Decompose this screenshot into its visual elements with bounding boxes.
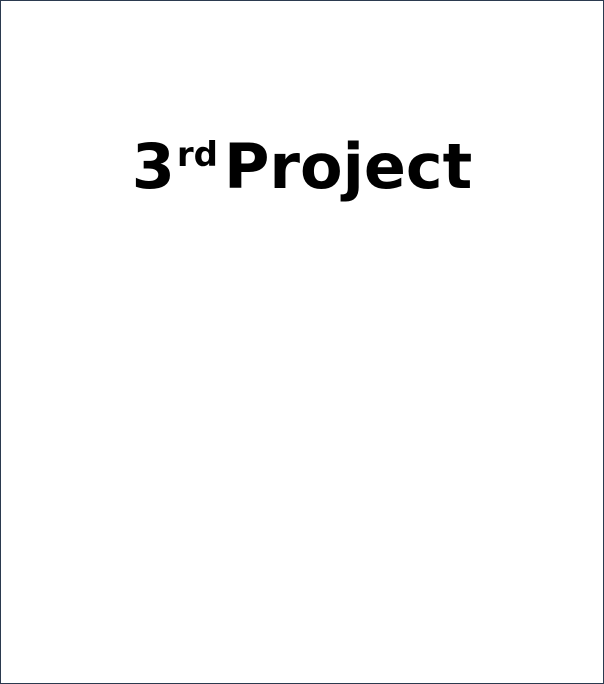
title-number: 3 [131, 130, 175, 203]
title-ordinal-suffix: rd [176, 135, 218, 175]
slide-title: 3rdProject [1, 129, 603, 205]
slide-page: 3rdProject [0, 0, 604, 684]
title-word: Project [223, 130, 473, 203]
